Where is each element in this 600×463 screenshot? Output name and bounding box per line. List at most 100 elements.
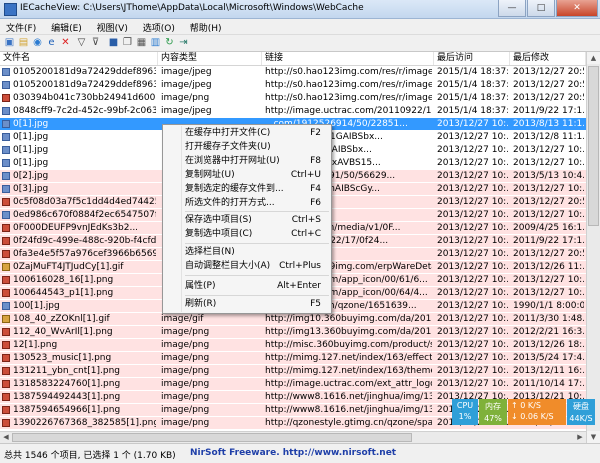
table-row[interactable]: 0105200181d9a72429ddef8963f70... image/jp… [0,66,586,78]
html-report-icon[interactable]: ▥ [150,37,161,48]
exit-icon[interactable]: ⇥ [178,37,189,48]
horizontal-scroll-thumb[interactable] [12,433,412,442]
menu-open-with[interactable]: 所选文件的打开方式... F6 [185,198,327,209]
nirsoft-link[interactable]: NirSoft Freeware. http://www.nirsoft.net [190,448,396,458]
menu-options[interactable]: 选项(O) [137,19,181,34]
table-row[interactable]: 1318583224760[1].png image/png http://imag… [0,378,586,390]
cell-accessed: 2013/12/27 10:... [437,249,508,259]
cell-name: 1318583224760[1].png [13,379,121,389]
cell-modified: 2013/12/27 10:... [513,145,584,155]
table-row[interactable]: 130523_music[1].png image/png http://mimg.… [0,352,586,364]
save-icon[interactable]: ▣ [4,37,15,48]
cell-modified: 2013/12/27 20:5... [513,197,584,207]
menu-copy-url[interactable]: 复制网址(U) Ctrl+U [185,170,327,181]
column-url[interactable]: 链接 [262,52,434,65]
cell-url: http://mimg.127.net/index/163/themes/131… [265,366,432,376]
table-row[interactable]: 12[1].png image/png http://misc.360buyimg.… [0,339,586,351]
filter-icon[interactable]: ▽ [76,37,87,48]
column-last-modified[interactable]: 最后修改 [510,52,586,65]
table-row[interactable]: 0848cff9-7c2d-452c-99bf-2c0634c8... image… [0,105,586,117]
download-arrow-icon: ↓ [511,412,518,421]
menu-item-label: 保存选中项目(S) [185,215,252,225]
column-filename[interactable]: 文件名 [0,52,158,65]
close-button[interactable]: ✕ [556,0,598,17]
cell-modified: 2011/10/14 17:... [513,379,584,389]
minimize-button[interactable]: — [498,0,526,17]
system-monitor-widget[interactable]: CPU 1% 内存 47% ↑ 0 K/S ↓ 0.06 K/S 硬盘 44K/… [452,399,595,425]
properties-icon[interactable]: ▦ [136,37,147,48]
context-menu: 在缓存中打开文件(C) F2 打开缓存子文件夹(U) 在浏览器中打开网址(U) F8… [162,124,332,314]
jpg-file-icon [2,107,10,115]
table-row[interactable]: 131211_ybn_cnt[1].png image/png http://mim… [0,365,586,377]
cell-type: image/png [161,405,210,415]
menu-copy-selected[interactable]: 复制选中项目(C) Ctrl+C [185,229,327,240]
jpg-file-icon [2,211,10,219]
refresh-icon[interactable]: ↻ [164,37,175,48]
menu-open-url-in-browser[interactable]: 在浏览器中打开网址(U) F8 [185,156,327,167]
cell-type: image/png [161,392,210,402]
table-row[interactable]: 030394b041c730bb24941d600768... image/png… [0,92,586,104]
png-file-icon [2,341,10,349]
ie-icon[interactable]: e [46,37,57,48]
cell-modified: 2013/12/27 20:5... [513,67,584,77]
menu-save-selected[interactable]: 保存选中项目(S) Ctrl+S [185,215,327,226]
table-row[interactable]: 0105200181d9a72429ddef8963f70... image/jp… [0,79,586,91]
copy-icon[interactable]: ❐ [122,37,133,48]
table-row[interactable]: 108_40_zZOKnl[1].gif image/gif http://img1… [0,313,586,325]
scroll-left-icon[interactable]: ◀ [0,432,12,443]
cell-url: http://s0.hao123img.com/res/r/image/2013… [265,67,432,77]
cell-type: image/png [161,340,210,350]
column-header: 文件名 内容类型 链接 最后访问 最后修改 [0,52,586,66]
cell-modified: 2013/12/11 16:... [513,366,584,376]
column-content-type[interactable]: 内容类型 [158,52,262,65]
cell-name: 1387594492443[1].png [13,392,121,402]
scroll-right-icon[interactable]: ▶ [574,432,586,443]
status-bar: 总共 1546 个项目, 已选择 1 个 (1.70 KB) NirSoft F… [0,443,600,463]
gif-file-icon [2,263,10,271]
menu-view[interactable]: 视图(V) [91,19,134,34]
menu-edit[interactable]: 编辑(E) [45,19,88,34]
menu-copy-cache-files[interactable]: 复制选定的缓存文件到... F4 [185,184,327,195]
maximize-button[interactable]: □ [527,0,555,17]
cell-modified: 2013/12/27 10:... [513,210,584,220]
column-last-accessed[interactable]: 最后访问 [434,52,510,65]
vertical-scrollbar[interactable]: ▲ ▼ [586,52,600,443]
cell-accessed: 2013/12/27 10:... [437,262,508,272]
memory-meter: 内存 47% [479,399,507,425]
cell-accessed: 2015/1/4 18:37:45 [437,67,508,77]
menu-separator [185,295,329,296]
cell-accessed: 2013/12/27 10:... [437,171,508,181]
cpu-meter: CPU 1% [452,399,478,425]
download-speed: ↓ 0.06 K/S [511,412,566,421]
menu-file[interactable]: 文件(F) [0,19,42,34]
menu-item-label: 复制选中项目(C) [185,229,253,239]
cell-name: 0[1].jpg [13,119,49,129]
menu-item-label: 在浏览器中打开网址(U) [185,156,280,166]
cell-modified: 2013/12/26 18:... [513,340,584,350]
table-row[interactable]: 112_40_WvArIl[1].png image/png http://img1… [0,326,586,338]
funnel-icon[interactable]: ⊽ [90,37,101,48]
menu-choose-columns[interactable]: 选择栏目(N) [185,247,327,258]
menu-refresh[interactable]: 刷新(R) F5 [185,299,327,310]
upload-value: 0 K/S [520,401,541,410]
menu-help[interactable]: 帮助(H) [184,19,228,34]
globe-icon[interactable]: ◉ [32,37,43,48]
menu-properties[interactable]: 属性(P) Alt+Enter [185,281,327,292]
cell-modified: 2013/12/27 20:5... [513,249,584,259]
menu-open-in-cache[interactable]: 在缓存中打开文件(C) F2 [185,128,327,139]
menu-open-subfolder[interactable]: 打开缓存子文件夹(U) [185,142,327,153]
menu-item-shortcut: F6 [310,198,321,208]
scroll-up-icon[interactable]: ▲ [587,52,600,64]
cell-type: image/png [161,379,210,389]
menu-item-label: 在缓存中打开文件(C) [185,128,271,138]
cell-type: image/png [161,93,210,103]
cell-url: http://image.uctrac.com/20110922/17/0848… [265,106,432,116]
scroll-down-icon[interactable]: ▼ [587,431,600,443]
cell-modified: 2013/12/27 10:... [513,184,584,194]
menu-auto-size-columns[interactable]: 自动调整栏目大小(A) Ctrl+Plus [185,261,327,272]
cell-name: 0c5f08d03a7f5c1dd4d4ed744252... [13,197,156,207]
floppy-icon[interactable]: ■ [108,37,119,48]
vertical-scroll-thumb[interactable] [588,66,599,226]
delete-icon[interactable]: ✕ [60,37,71,48]
open-cache-folder-icon[interactable]: ▤ [18,37,29,48]
